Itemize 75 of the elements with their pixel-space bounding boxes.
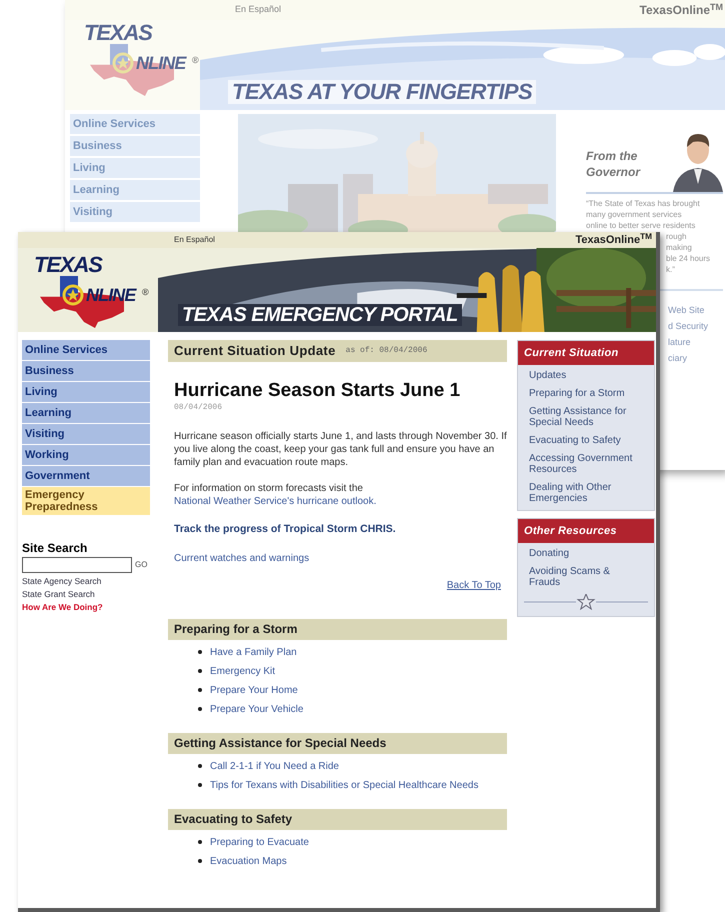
section-link[interactable]: Have a Family Plan xyxy=(210,644,297,660)
nav-item[interactable]: Online Services xyxy=(22,340,150,360)
quote-text: rough xyxy=(666,231,686,242)
governor-heading: From the xyxy=(586,148,638,164)
quote-text: ble 24 hours xyxy=(666,253,710,264)
section-link[interactable]: Evacuation Maps xyxy=(210,854,287,869)
bullet-icon xyxy=(198,783,202,788)
bullet-icon xyxy=(198,859,202,864)
brand-name: TexasOnline$^{TM}$ xyxy=(575,232,652,248)
nav-item[interactable]: Learning xyxy=(22,403,150,423)
governor-heading: Governor xyxy=(586,164,640,180)
quote-text: online to better serve residents xyxy=(586,220,696,231)
star-circle-icon xyxy=(62,284,84,306)
section-link[interactable]: Preparing to Evacuate xyxy=(210,834,309,850)
sidebar-link[interactable]: Accessing Government Resources xyxy=(529,453,643,475)
brand-name: TexasOnline$^{TM}$ xyxy=(640,1,723,19)
quote-text: “The State of Texas has brought xyxy=(586,198,701,209)
logo-text: NLINE xyxy=(136,54,186,72)
section-link[interactable]: Prepare Your Home xyxy=(210,682,298,698)
watches-link[interactable]: Current watches and warnings xyxy=(168,550,507,566)
article-title: Hurricane Season Starts June 1 xyxy=(173,380,462,402)
go-button[interactable]: GO xyxy=(135,559,148,571)
bullet-icon xyxy=(198,707,202,712)
sidebar-link[interactable]: Preparing for a Storm xyxy=(529,388,643,399)
sidebar-link[interactable]: Updates xyxy=(529,370,643,381)
nav-item[interactable]: Working xyxy=(22,445,150,465)
panel-title: Other Resources xyxy=(524,524,617,539)
nav-item[interactable]: Visiting xyxy=(22,424,150,444)
update-title: Current Situation Update xyxy=(174,342,336,360)
search-heading: Site Search xyxy=(22,540,88,557)
back-to-top-link[interactable]: Back To Top xyxy=(446,578,507,593)
section-title: Evacuating to Safety xyxy=(174,811,292,828)
update-date: as of: 08/04/2006 xyxy=(346,345,428,357)
registered-mark: ® xyxy=(142,288,149,297)
language-link[interactable]: En Español xyxy=(174,234,215,246)
section-link[interactable]: Call 2-1-1 if You Need a Ride xyxy=(210,758,339,774)
bullet-icon xyxy=(198,688,202,692)
bullet-icon xyxy=(198,840,202,844)
sidebar-link[interactable]: Getting Assistance for Special Needs xyxy=(529,406,643,428)
weather-service-link[interactable]: National Weather Service's hurricane outlook. xyxy=(174,496,376,507)
bullet-icon xyxy=(198,669,202,674)
section-title: Preparing for a Storm xyxy=(174,621,298,638)
nav-item[interactable]: Living xyxy=(22,382,150,402)
sidebar-link[interactable]: Evacuating to Safety xyxy=(529,435,643,446)
quote-text: k.” xyxy=(666,264,675,275)
panel-title: Current Situation xyxy=(524,346,619,361)
language-link[interactable]: En Español xyxy=(235,3,282,17)
nav-item[interactable]: Government xyxy=(22,466,150,486)
forecast-paragraph: For information on storm forecasts visit the National Weather Service's hurricane outlook. xyxy=(173,482,378,508)
sidebar-link[interactable]: Dealing with Other Emergencies xyxy=(529,482,643,504)
article-date: 08/04/2006 xyxy=(173,402,224,414)
quote-text: many government services xyxy=(586,209,683,220)
bullet-icon xyxy=(198,650,202,654)
search-link[interactable]: State Agency Search xyxy=(22,575,150,588)
section-link[interactable]: Prepare Your Vehicle xyxy=(210,702,304,717)
article-paragraph: Hurricane season officially starts June 1, and lasts through November 30. If you live along the coast, keep your gas tank full and ensure you have an family plan and evacuation route maps. xyxy=(173,430,507,469)
track-storm-link[interactable]: Track the progress of Tropical Storm CHRIS. xyxy=(168,522,507,538)
search-link[interactable]: How Are We Doing? xyxy=(22,601,150,614)
banner-title: TEXAS AT YOUR FINGERTIPS xyxy=(228,80,536,104)
bullet-icon xyxy=(198,764,202,768)
registered-mark: ® xyxy=(192,56,199,65)
logo-text: TEXAS xyxy=(34,254,102,276)
search-link[interactable]: State Grant Search xyxy=(22,588,150,601)
section-link[interactable]: Tips for Texans with Disabilities or Special Healthcare Needs xyxy=(210,778,478,793)
sidebar-link[interactable]: Avoiding Scams & Frauds xyxy=(529,566,643,588)
section-title: Getting Assistance for Special Needs xyxy=(174,735,386,752)
nav-item[interactable]: Business xyxy=(22,361,150,381)
nav-item[interactable]: Emergency Preparedness xyxy=(22,487,150,515)
sidebar-link[interactable]: Donating xyxy=(529,548,643,559)
search-field[interactable] xyxy=(22,557,132,573)
star-circle-icon xyxy=(112,52,134,74)
quote-text: making xyxy=(666,242,692,253)
section-link[interactable]: Emergency Kit xyxy=(210,664,276,679)
logo-text: TEXAS xyxy=(84,22,152,44)
banner-title: TEXAS EMERGENCY PORTAL xyxy=(178,304,462,326)
